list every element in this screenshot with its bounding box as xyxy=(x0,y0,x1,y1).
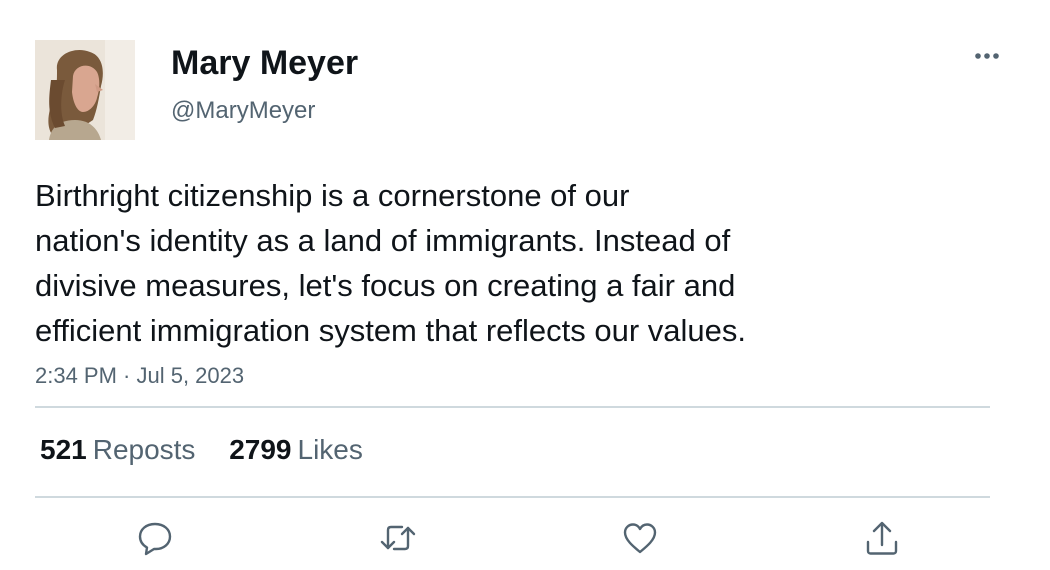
speech-bubble-icon xyxy=(138,522,172,556)
tweet-text-line: divisive measures, let's focus on creati… xyxy=(35,268,736,303)
likes-stat[interactable]: 2799 Likes xyxy=(229,433,363,467)
likes-label: Likes xyxy=(297,434,363,465)
author-handle[interactable]: @MaryMeyer xyxy=(171,96,315,126)
profile-photo-icon xyxy=(35,40,135,140)
retweet-icon xyxy=(380,525,416,551)
repost-button[interactable] xyxy=(378,518,418,558)
reply-button[interactable] xyxy=(135,518,175,558)
share-button[interactable] xyxy=(862,518,902,558)
heart-icon xyxy=(623,523,657,554)
like-button[interactable] xyxy=(620,518,660,558)
tweet-text: Birthright citizenship is a cornerstone … xyxy=(35,173,915,353)
share-upload-icon xyxy=(866,521,898,555)
tweet-timestamp[interactable]: 2:34 PM · Jul 5, 2023 xyxy=(35,362,244,390)
author-display-name[interactable]: Mary Meyer xyxy=(171,42,358,84)
avatar[interactable] xyxy=(35,40,135,140)
reposts-count: 521 xyxy=(40,434,87,465)
tweet-text-line: Birthright citizenship is a cornerstone … xyxy=(35,178,630,213)
reposts-stat[interactable]: 521 Reposts xyxy=(40,433,195,467)
tweet-text-line: efficient immigration system that reflec… xyxy=(35,313,746,348)
tweet-text-line: nation's identity as a land of immigrant… xyxy=(35,223,731,258)
likes-count: 2799 xyxy=(229,434,292,465)
more-options-icon[interactable] xyxy=(970,44,1004,68)
reposts-label: Reposts xyxy=(92,434,196,465)
divider xyxy=(35,496,990,498)
divider xyxy=(35,406,990,408)
tweet-stats: 521 Reposts 2799 Likes xyxy=(40,433,389,467)
